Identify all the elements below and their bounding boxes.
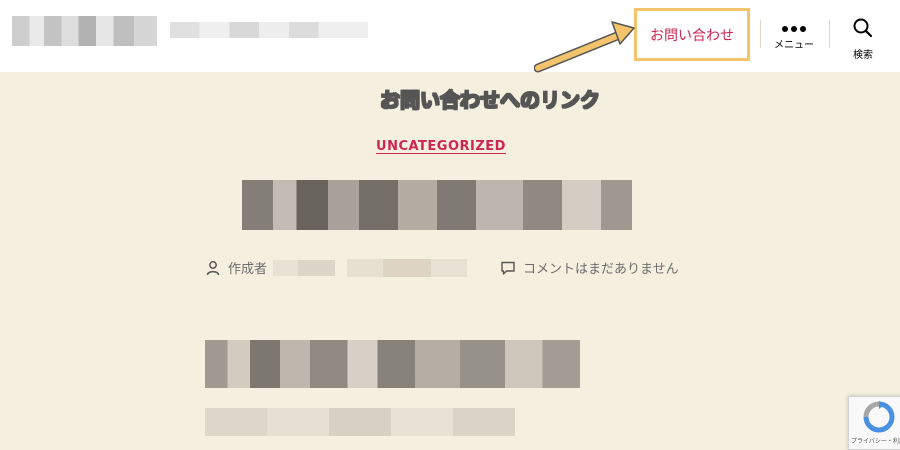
category-link[interactable]: UNCATEGORIZED [376, 139, 506, 154]
more-dots-icon [766, 26, 822, 32]
post-comments-meta: コメントはまだありません [500, 258, 679, 277]
author-name-blurred[interactable] [273, 259, 336, 276]
post-title-blurred[interactable] [242, 180, 632, 230]
menu-label: メニュー [774, 40, 814, 51]
site-header: お問い合わせ メニュー 検索 [0, 0, 900, 72]
menu-toggle-button[interactable]: メニュー [766, 14, 822, 64]
comment-icon [501, 261, 515, 275]
recaptcha-text: プライバシー・利用規約 [851, 438, 900, 445]
comments-link[interactable]: コメントはまだありません [523, 258, 679, 277]
search-label: 検索 [853, 50, 873, 61]
search-toggle-button[interactable]: 検索 [835, 14, 891, 64]
post-date-blurred[interactable] [347, 258, 468, 277]
post-category: UNCATEGORIZED [0, 135, 882, 154]
post-text-blurred [205, 408, 515, 436]
header-divider [760, 20, 761, 48]
search-icon [853, 18, 873, 38]
header-divider [829, 20, 830, 48]
recaptcha-logo-icon [863, 401, 895, 433]
contact-link[interactable]: お問い合わせ [650, 25, 734, 45]
site-description-blurred [170, 22, 368, 38]
author-prefix: 作成者 [228, 262, 268, 277]
site-title-blurred[interactable] [12, 16, 157, 46]
post-heading-blurred [205, 340, 580, 388]
recaptcha-badge[interactable]: プライバシー・利用規約 [848, 396, 900, 450]
user-icon [206, 260, 220, 275]
annotation-arrow-icon [534, 21, 635, 73]
contact-link-highlight: お問い合わせ [634, 8, 750, 61]
post-author-meta: 作成者 [205, 258, 468, 277]
annotation-label: お問い合わせへのリンク [380, 88, 601, 113]
